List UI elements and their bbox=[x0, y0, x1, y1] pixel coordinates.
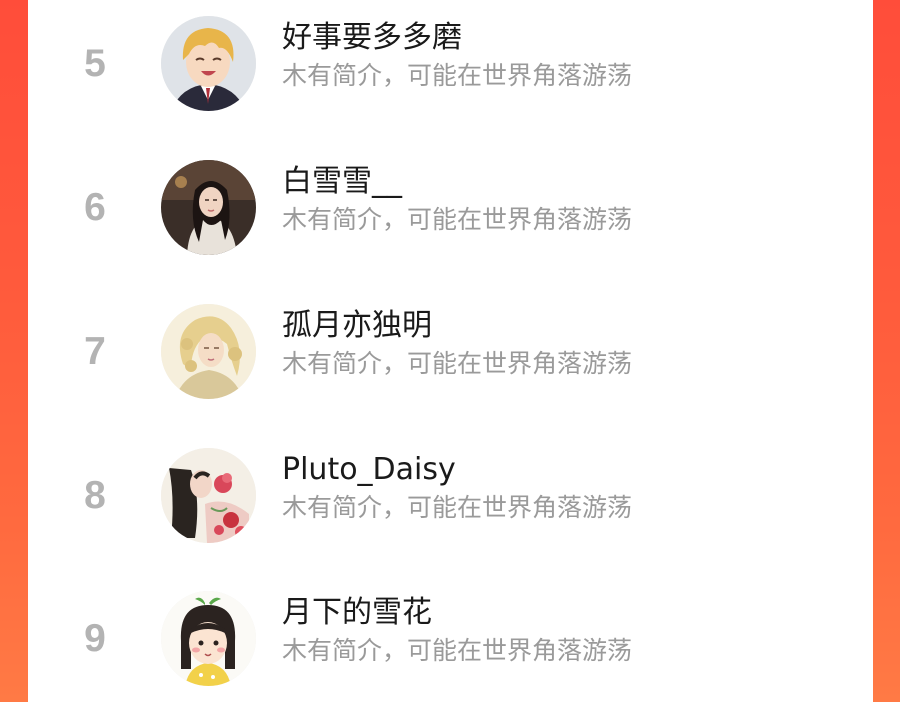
user-bio: 木有简介，可能在世界角落游荡 bbox=[282, 493, 633, 522]
ranking-row[interactable]: 5 好事要多多磨 木有简介，可能在世界角落游荡 bbox=[28, 0, 873, 138]
floral-illustration-avatar-icon bbox=[161, 448, 256, 543]
user-bio: 木有简介，可能在世界角落游荡 bbox=[282, 205, 633, 234]
avatar[interactable] bbox=[161, 591, 256, 686]
user-bio: 木有简介，可能在世界角落游荡 bbox=[282, 636, 633, 665]
user-bio: 木有简介，可能在世界角落游荡 bbox=[282, 61, 633, 90]
user-name: 月下的雪花 bbox=[282, 595, 432, 630]
rank-number: 9 bbox=[84, 617, 106, 660]
ranking-row[interactable]: 8 Pluto_Daisy 木有简介，可能在世界角落游荡 bbox=[28, 430, 873, 570]
rank-number: 8 bbox=[84, 474, 106, 517]
ranking-row[interactable]: 9 月下的雪花 木有简介，可能在世界角落游荡 bbox=[28, 573, 873, 702]
avatar[interactable] bbox=[161, 304, 256, 399]
rank-number: 6 bbox=[84, 186, 106, 229]
avatar[interactable] bbox=[161, 448, 256, 543]
cartoon-girl-avatar-icon bbox=[161, 591, 256, 686]
ranking-list-card: 5 好事要多多磨 木有简介，可能在世界角落游荡 6 白雪雪__ 木有简介，可能在… bbox=[28, 0, 873, 702]
ranking-row[interactable]: 7 孤月亦独明 木有简介，可能在世界角落游荡 bbox=[28, 286, 873, 426]
user-name: Pluto_Daisy bbox=[282, 452, 456, 487]
rank-number: 7 bbox=[84, 330, 106, 373]
user-name: 孤月亦独明 bbox=[282, 308, 432, 343]
user-name: 好事要多多磨 bbox=[282, 20, 462, 55]
ranking-row[interactable]: 6 白雪雪__ 木有简介，可能在世界角落游荡 bbox=[28, 142, 873, 282]
girl-photo-avatar-icon bbox=[161, 160, 256, 255]
avatar[interactable] bbox=[161, 160, 256, 255]
painted-lady-avatar-icon bbox=[161, 304, 256, 399]
anime-boy-avatar-icon bbox=[161, 16, 256, 111]
avatar[interactable] bbox=[161, 16, 256, 111]
user-bio: 木有简介，可能在世界角落游荡 bbox=[282, 349, 633, 378]
user-name: 白雪雪__ bbox=[282, 164, 402, 199]
rank-number: 5 bbox=[84, 42, 106, 85]
